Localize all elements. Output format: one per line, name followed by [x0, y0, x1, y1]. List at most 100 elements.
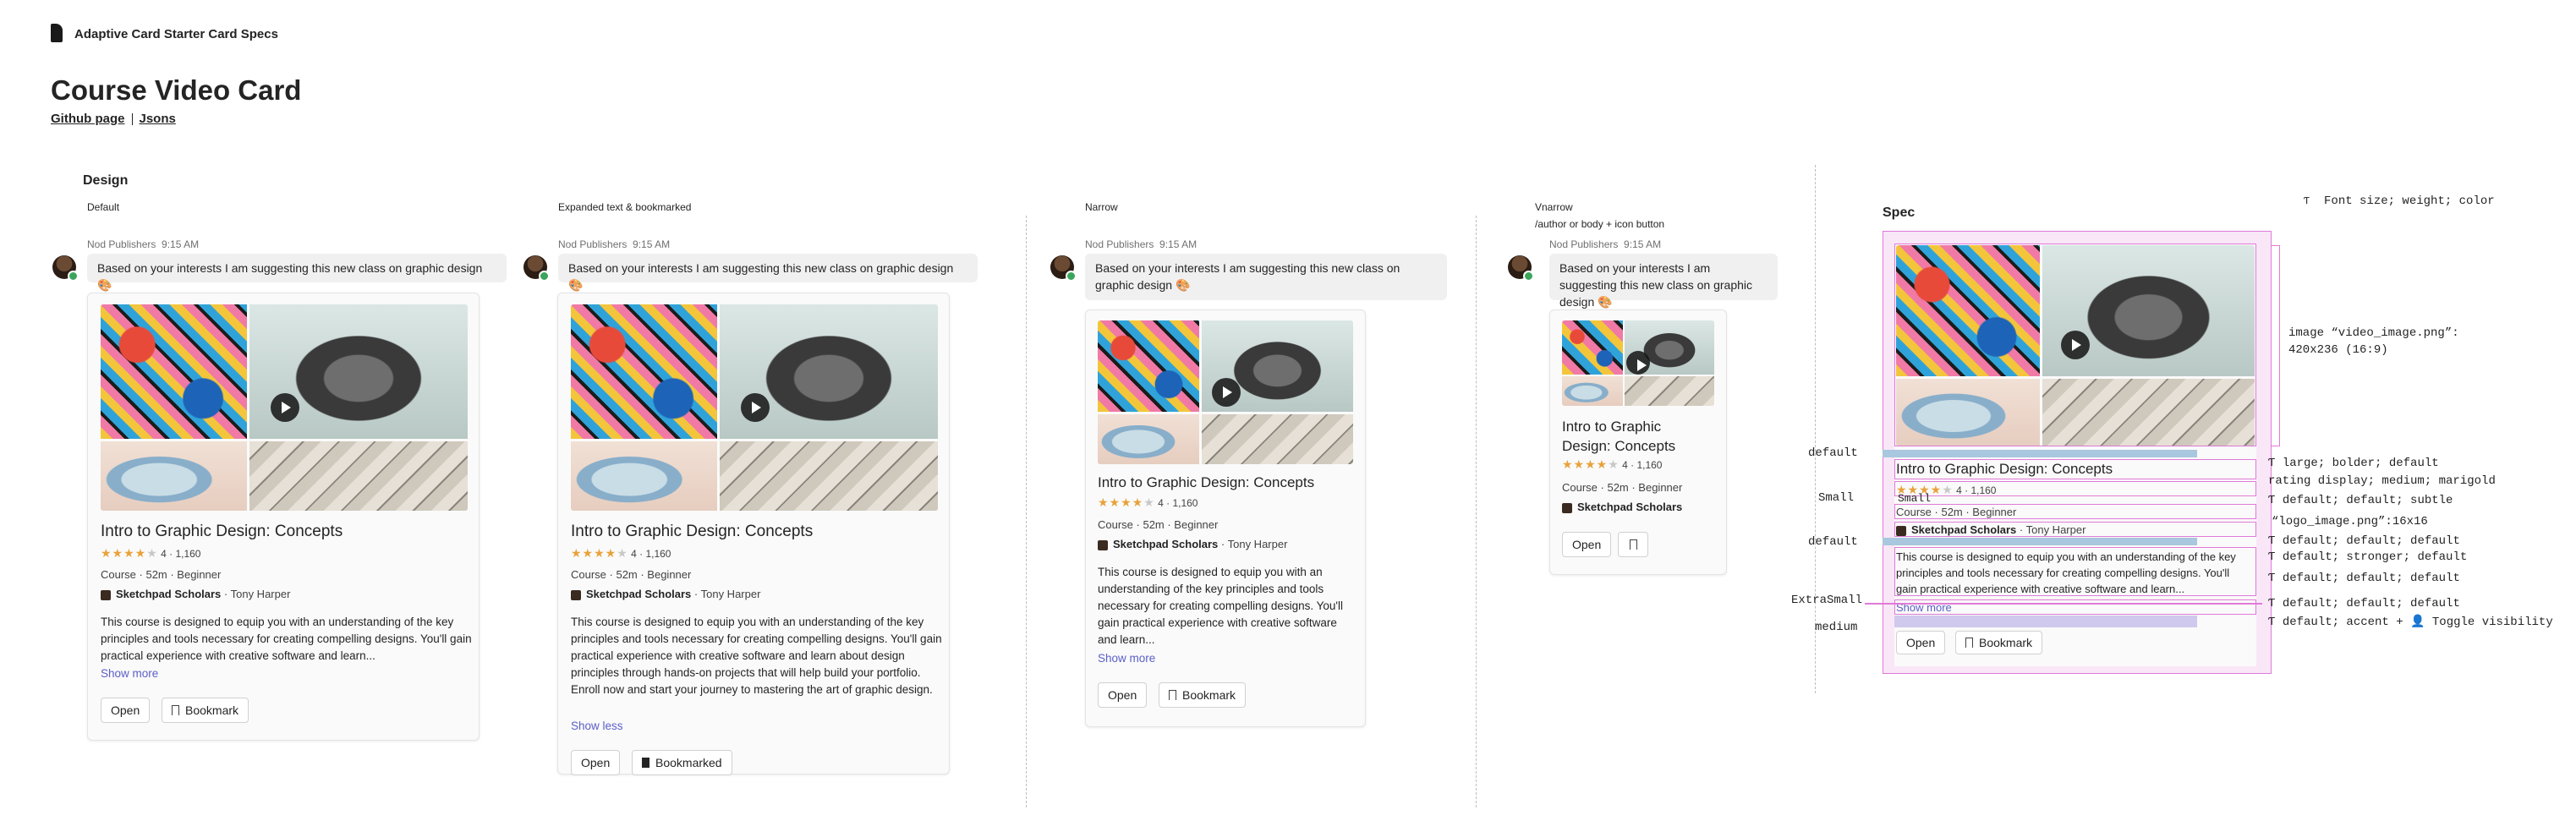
bookmark-icon: [171, 705, 179, 719]
author-line: Sketchpad Scholars · Tony Harper: [1098, 538, 1287, 550]
presence-badge: [68, 271, 79, 282]
chat-message: Based on your interests I am suggesting …: [87, 254, 507, 292]
star-icons: ★★★★★: [1562, 457, 1620, 471]
course-title: Intro to Graphic Design: Concepts: [1562, 419, 1676, 454]
presence-badge: [1066, 271, 1077, 282]
open-button[interactable]: Open: [1098, 682, 1148, 708]
spec-note: Ƭ default; default; subtle: [2268, 494, 2453, 507]
section-divider: [1815, 165, 1816, 693]
spec-leader-line: [1865, 603, 2262, 605]
presence-badge: [1523, 271, 1534, 282]
avatar[interactable]: [52, 255, 79, 282]
spec-outline: [1894, 459, 2256, 479]
publisher-logo-icon: [1098, 539, 1108, 550]
play-icon[interactable]: [271, 393, 299, 422]
video-thumbnail[interactable]: [101, 304, 468, 511]
spec-bracket: [2272, 245, 2280, 446]
publisher-logo-icon: [1562, 502, 1572, 513]
chat-message: Based on your interests I am suggesting …: [1085, 254, 1447, 300]
spec-label: medium: [1815, 621, 1858, 634]
bookmark-button[interactable]: Bookmark: [1159, 682, 1247, 708]
course-title: Intro to Graphic Design: Concepts: [571, 523, 814, 540]
open-button[interactable]: Open: [101, 698, 151, 723]
link-separator: [131, 113, 133, 126]
course-meta: Course · 52m · Beginner: [1562, 481, 1683, 494]
play-icon[interactable]: [1212, 378, 1241, 407]
spec-note: Ƭ default; stronger; default: [2268, 550, 2468, 564]
message-meta: Nod Publishers 9:15 AM: [558, 238, 671, 250]
bookmark-icon: [1965, 638, 1973, 651]
github-link[interactable]: Github page: [51, 112, 125, 126]
spec-outline: [1894, 504, 2256, 519]
play-icon[interactable]: [741, 393, 770, 422]
course-description: This course is designed to equip you wit…: [571, 616, 942, 696]
spec-note: Ƭ default; default; default: [2268, 597, 2460, 610]
publisher-logo-icon: [101, 589, 111, 600]
course-meta: Course · 52m · Beginner: [1098, 518, 1219, 531]
star-icons: ★★★★★: [101, 546, 158, 560]
bookmarked-button[interactable]: Bookmarked: [632, 750, 732, 775]
bookmark-icon-button[interactable]: [1618, 532, 1648, 557]
bookmark-icon: [1629, 539, 1637, 553]
spec-legend: Ƭ Font size; weight; color: [2304, 194, 2495, 208]
course-title: Intro to Graphic Design: Concepts: [101, 523, 343, 540]
course-description: This course is designed to equip you wit…: [1098, 566, 1343, 646]
spec-note: Ƭ default; accent + 👤 Toggle visibility: [2268, 616, 2553, 629]
course-card: Intro to Graphic Design: Concepts ★★★★★ …: [1085, 309, 1366, 727]
variant-label-default: Default: [87, 201, 120, 213]
person-icon: 👤: [2410, 616, 2425, 629]
video-thumbnail[interactable]: [571, 304, 938, 511]
page-title: Course Video Card: [51, 74, 302, 106]
bookmark-filled-icon: [641, 758, 649, 771]
spec-note: “logo_image.png”:16x16: [2272, 515, 2428, 528]
spec-label: default: [1808, 446, 1858, 460]
spec-outline: [1894, 547, 2256, 596]
message-meta: Nod Publishers 9:15 AM: [87, 238, 200, 250]
course-meta: Course · 52m · Beginner: [101, 568, 222, 581]
header-links: Github page Jsons: [51, 112, 176, 126]
spacing-marker: [1883, 538, 2197, 545]
spec-outline: [1894, 481, 2256, 496]
message-meta: Nod Publishers 9:15 AM: [1085, 238, 1198, 250]
chat-message: Based on your interests I am suggesting …: [558, 254, 978, 292]
play-icon[interactable]: [1626, 351, 1650, 375]
chat-message: Based on your interests I am suggesting …: [1549, 254, 1778, 309]
publisher-logo-icon: [571, 589, 581, 600]
spacing-marker: [1883, 450, 2197, 457]
star-icons: ★★★★★: [1098, 495, 1155, 509]
video-thumbnail[interactable]: [1562, 320, 1714, 406]
avatar[interactable]: [523, 255, 550, 282]
video-thumbnail[interactable]: [1098, 320, 1353, 464]
bookmark-button[interactable]: Bookmark: [162, 698, 249, 723]
show-more-link[interactable]: Show more: [101, 667, 158, 680]
spec-label: ExtraSmall: [1791, 594, 1863, 607]
brand-title: Adaptive Card Starter Card Specs: [74, 27, 278, 41]
section-divider: [1476, 216, 1477, 807]
bookmark-icon: [1168, 690, 1176, 703]
rating-display: ★★★★★ 4 · 1,160: [1098, 495, 1198, 509]
author-line: Sketchpad Scholars · Tony Harper: [101, 588, 290, 600]
author-line: Sketchpad Scholars · Tony Harper: [571, 588, 760, 600]
show-less-link[interactable]: Show less: [571, 720, 623, 732]
section-divider: [1026, 216, 1027, 807]
text-style-icon: Ƭ: [2304, 195, 2310, 207]
open-button[interactable]: Open: [1562, 532, 1612, 557]
author-line: Sketchpad Scholars: [1562, 501, 1682, 513]
avatar[interactable]: [1050, 255, 1077, 282]
show-more-link[interactable]: Show more: [1098, 652, 1155, 665]
avatar[interactable]: [1508, 255, 1534, 282]
spec-bookmark-button: Bookmark: [1955, 631, 2043, 654]
open-button[interactable]: Open: [571, 750, 621, 775]
spec-small-inline: Small: [1898, 492, 1932, 505]
spec-image-note: image “video_image.png”:: [2288, 326, 2459, 340]
design-heading: Design: [83, 173, 129, 188]
spec-image-outline: [1894, 244, 2256, 446]
course-card: Intro to Graphic Design: Concepts ★★★★★ …: [87, 293, 480, 741]
variant-sublabel-vnarrow: /author or body + icon button: [1535, 218, 1665, 230]
variant-label-narrow: Narrow: [1085, 201, 1118, 213]
rating-display: ★★★★★ 4 · 1,160: [1562, 457, 1663, 471]
course-meta: Course · 52m · Beginner: [571, 568, 692, 581]
spacing-marker: [1894, 616, 2197, 627]
jsons-link[interactable]: Jsons: [140, 112, 176, 126]
spec-heading: Spec: [1883, 205, 1916, 220]
